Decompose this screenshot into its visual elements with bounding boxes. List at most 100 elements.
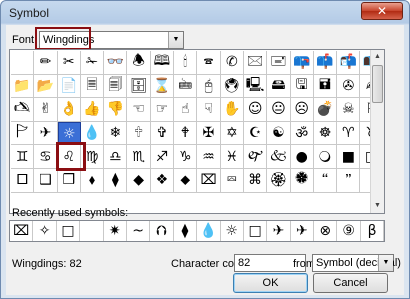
scroll-up-icon[interactable]: ▲ xyxy=(371,50,384,64)
recent-symbol-cell[interactable]: □ xyxy=(244,221,268,241)
symbol-cell[interactable]: ☞ xyxy=(150,98,175,122)
symbol-cell-selected[interactable]: ☼ xyxy=(57,121,81,146)
symbol-cell[interactable]: 🕮 xyxy=(150,51,175,75)
symbol-cell[interactable]: 🗄 xyxy=(127,74,151,99)
recent-symbol-cell[interactable]: □ xyxy=(57,221,81,241)
symbol-cell[interactable]: 🏶 xyxy=(290,168,314,193)
symbol-cell[interactable]: ✞ xyxy=(150,121,175,146)
symbol-cell[interactable]: 📫 xyxy=(313,51,338,75)
symbol-cell[interactable]: ✋ xyxy=(220,98,244,122)
symbol-cell[interactable]: ♊ xyxy=(11,145,35,169)
close-button[interactable]: ✕ xyxy=(361,2,403,20)
symbol-cell[interactable]: ⌛ xyxy=(150,74,175,99)
symbol-cell[interactable]: 🕆 xyxy=(127,121,151,146)
symbol-cell[interactable]: 📄 xyxy=(57,74,81,99)
symbol-cell[interactable]: 🙶 xyxy=(313,168,338,193)
symbol-cell[interactable]: ♋ xyxy=(34,145,58,169)
recent-symbol-cell[interactable]: ⊗ xyxy=(314,221,338,241)
symbol-cell[interactable]: 📂 xyxy=(34,74,58,99)
symbol-cell[interactable]: ✁ xyxy=(80,51,105,75)
symbol-cell[interactable]: ✠ xyxy=(197,121,221,146)
symbol-cell[interactable]: ■ xyxy=(337,145,361,169)
symbol-cell[interactable]: ⬥ xyxy=(174,168,198,193)
recent-symbol-cell[interactable]: ✈ xyxy=(267,221,291,241)
symbol-cell[interactable]: 💧 xyxy=(80,121,105,146)
symbol-cell[interactable]: ✌ xyxy=(34,98,58,122)
recent-symbol-cell[interactable]: ⑨ xyxy=(337,221,361,241)
symbol-cell[interactable]: 🖰 xyxy=(197,74,221,99)
symbol-cell[interactable]: ✇ xyxy=(337,74,361,99)
symbol-cell[interactable]: ♐ xyxy=(150,145,175,169)
symbol-cell[interactable]: ♑ xyxy=(174,145,198,169)
symbol-cell[interactable]: ♓ xyxy=(220,145,244,169)
chevron-down-icon[interactable]: ▼ xyxy=(168,32,183,48)
symbol-cell[interactable]: 🕯 xyxy=(174,51,198,75)
symbol-cell[interactable]: ☪ xyxy=(243,121,268,146)
symbol-cell[interactable]: 🙷 xyxy=(337,168,361,193)
symbol-cell[interactable]: 🖎 xyxy=(11,98,35,122)
recent-symbol-cell[interactable]: ⌧ xyxy=(10,221,34,241)
symbol-cell[interactable]: ☠ xyxy=(337,98,361,122)
symbol-cell[interactable]: 🕈 xyxy=(174,121,198,146)
symbol-cell[interactable]: ♌ xyxy=(57,145,81,169)
symbol-cell[interactable]: ✡ xyxy=(220,121,244,146)
symbol-cell[interactable]: ☝ xyxy=(174,98,198,122)
symbol-cell[interactable]: ⬧ xyxy=(80,168,105,193)
symbol-cell[interactable]: 📪 xyxy=(290,51,314,75)
recent-symbol-cell[interactable]: β xyxy=(361,221,385,241)
symbol-cell[interactable]: 🞐 xyxy=(11,168,35,193)
symbol-cell[interactable]: 🖲 xyxy=(220,74,244,99)
symbol-cell[interactable]: ☸ xyxy=(313,121,338,146)
symbol-cell[interactable]: 🙵 xyxy=(267,145,291,169)
symbol-cell[interactable]: 🕭 xyxy=(127,51,151,75)
symbol-cell[interactable]: ✈ xyxy=(34,121,58,146)
symbol-cell[interactable]: ❖ xyxy=(150,168,175,193)
symbol-cell[interactable]: ⧫ xyxy=(104,168,128,193)
symbol-cell[interactable]: 👓 xyxy=(104,51,128,75)
symbol-cell[interactable]: ❄ xyxy=(104,121,128,146)
recent-symbol-cell[interactable]: ⮉ xyxy=(150,221,174,241)
symbol-cell[interactable]: ✂ xyxy=(57,51,81,75)
ok-button[interactable]: OK xyxy=(233,273,308,293)
symbol-cell[interactable]: ⮹ xyxy=(220,168,244,193)
scroll-down-icon[interactable]: ▼ xyxy=(371,199,384,213)
symbol-cell[interactable]: ● xyxy=(290,145,314,169)
symbol-cell[interactable]: 🖳 xyxy=(243,74,268,99)
symbol-cell[interactable]: ♎ xyxy=(104,145,128,169)
symbol-cell[interactable]: ☺ xyxy=(243,98,268,122)
symbol-cell[interactable]: ☜ xyxy=(127,98,151,122)
symbol-cell[interactable]: 😐 xyxy=(267,98,291,122)
symbol-cell[interactable]: 👍 xyxy=(80,98,105,122)
symbol-cell[interactable]: ♍ xyxy=(80,145,105,169)
symbol-cell[interactable]: ❒ xyxy=(57,168,81,193)
symbol-cell[interactable]: ☯ xyxy=(267,121,291,146)
symbol-cell[interactable]: 🏱 xyxy=(11,121,35,146)
symbol-cell[interactable]: ♈ xyxy=(337,121,361,146)
symbol-cell[interactable]: ☹ xyxy=(290,98,314,122)
symbol-cell[interactable]: ☟ xyxy=(197,98,221,122)
recent-symbol-cell[interactable]: ☼ xyxy=(221,221,244,241)
grid-scrollbar[interactable]: ▲ ▼ xyxy=(370,50,384,213)
symbol-cell[interactable]: 📬 xyxy=(337,51,361,75)
symbol-cell[interactable]: 📁 xyxy=(11,74,35,99)
symbol-cell[interactable]: 🖃 xyxy=(267,51,291,75)
symbol-cell[interactable]: 🙰 xyxy=(243,145,268,169)
symbol-cell[interactable]: ⌧ xyxy=(197,168,221,193)
symbol-cell[interactable]: 🕿 xyxy=(197,51,221,75)
symbol-cell[interactable] xyxy=(11,51,35,75)
symbol-cell[interactable]: 🗏 xyxy=(80,74,105,99)
symbol-cell[interactable]: 🖂 xyxy=(243,51,268,75)
recent-symbol-cell[interactable]: ✈ xyxy=(291,221,315,241)
symbol-cell[interactable]: ❑ xyxy=(34,168,58,193)
from-dropdown[interactable]: Symbol (decimal) ▼ xyxy=(312,254,401,272)
symbol-cell[interactable]: 🖫 xyxy=(290,74,314,99)
symbol-cell[interactable]: 👌 xyxy=(57,98,81,122)
scroll-thumb[interactable] xyxy=(372,65,383,103)
symbol-cell[interactable]: 💣 xyxy=(313,98,338,122)
symbol-cell[interactable]: ✆ xyxy=(220,51,244,75)
symbol-cell[interactable]: ⌘ xyxy=(243,168,268,193)
symbol-cell[interactable]: ♏ xyxy=(127,145,151,169)
symbol-cell[interactable]: 👎 xyxy=(104,98,128,122)
symbol-cell[interactable]: 🔾 xyxy=(313,145,338,169)
recent-symbol-cell[interactable]: ✷ xyxy=(104,221,127,241)
